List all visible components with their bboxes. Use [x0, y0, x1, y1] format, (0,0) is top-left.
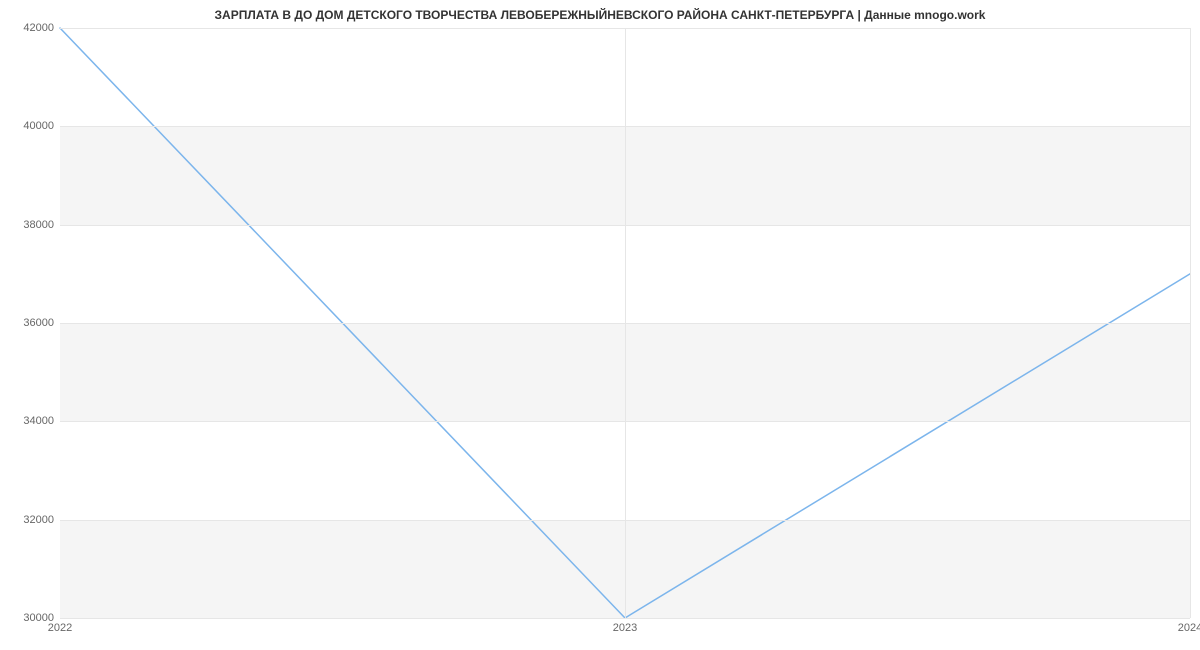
plot-area	[60, 28, 1190, 618]
gridline-vertical	[1190, 28, 1191, 618]
y-axis-tick-label: 36000	[4, 317, 54, 329]
y-axis-tick-label: 38000	[4, 219, 54, 231]
chart-container: ЗАРПЛАТА В ДО ДОМ ДЕТСКОГО ТВОРЧЕСТВА ЛЕ…	[0, 0, 1200, 650]
gridline-vertical	[625, 28, 626, 618]
x-axis-tick-label: 2023	[613, 622, 637, 634]
y-axis-tick-label: 40000	[4, 120, 54, 132]
y-axis-tick-label: 32000	[4, 514, 54, 526]
y-axis-tick-label: 30000	[4, 612, 54, 624]
x-axis-tick-label: 2024	[1178, 622, 1200, 634]
gridline-horizontal	[60, 618, 1190, 619]
chart-title: ЗАРПЛАТА В ДО ДОМ ДЕТСКОГО ТВОРЧЕСТВА ЛЕ…	[0, 8, 1200, 22]
x-axis-tick-label: 2022	[48, 622, 72, 634]
y-axis-tick-label: 34000	[4, 415, 54, 427]
y-axis-tick-label: 42000	[4, 22, 54, 34]
